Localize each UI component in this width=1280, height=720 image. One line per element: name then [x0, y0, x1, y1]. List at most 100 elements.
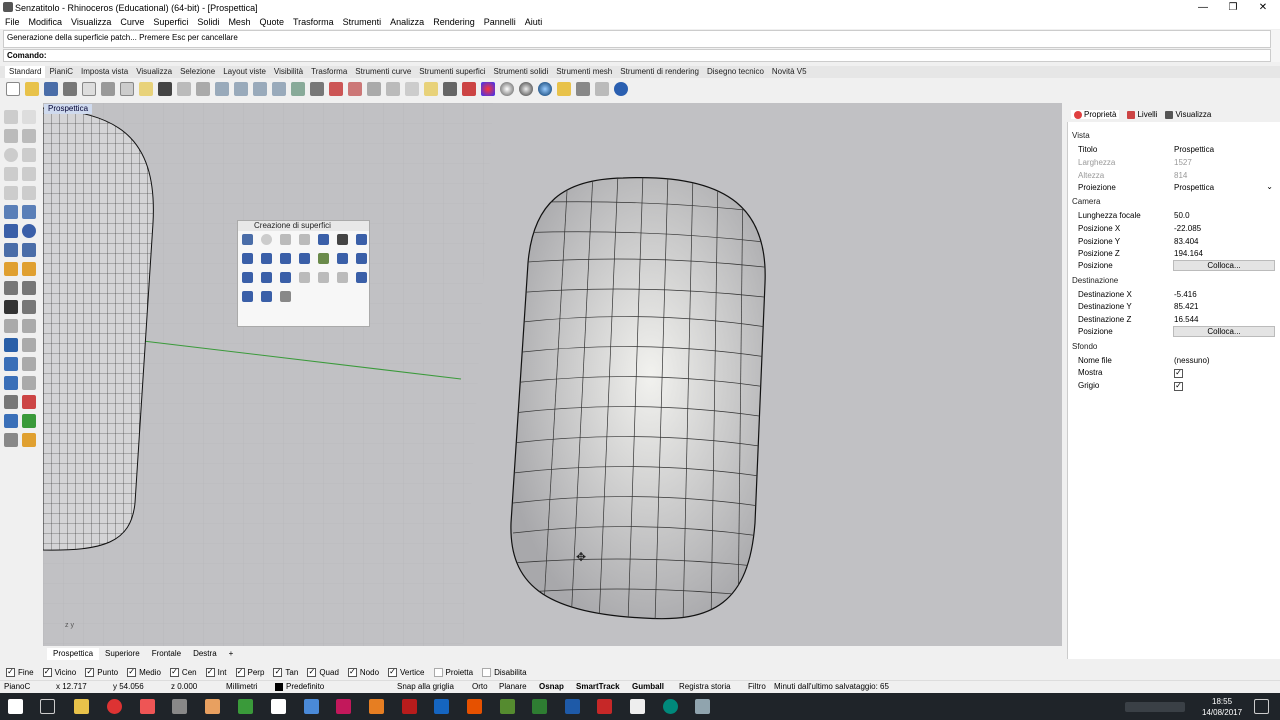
render-tool-icon[interactable] — [4, 433, 18, 447]
color-wheel-icon[interactable] — [481, 81, 495, 96]
osnap-medio[interactable]: ✓ Medio — [127, 667, 161, 677]
select-icon[interactable] — [367, 81, 381, 96]
command-input[interactable]: Comando: — [3, 49, 1271, 62]
curve-icon[interactable] — [22, 129, 36, 143]
target-place-button[interactable]: Colloca... — [1173, 326, 1275, 337]
app-icon[interactable] — [695, 699, 710, 714]
tab-livelli[interactable]: Livelli — [1127, 110, 1157, 119]
curve-12-icon[interactable] — [318, 272, 329, 283]
prop-row[interactable]: Destinazione X -5.416 — [1072, 289, 1275, 301]
grey-checkbox[interactable]: ✓ — [1174, 381, 1186, 391]
tab-pianic[interactable]: PianiC — [45, 66, 77, 78]
corner-points-icon[interactable] — [280, 234, 291, 245]
osnap-quad[interactable]: ✓ Quad — [307, 667, 339, 677]
tab-strumenti-curve[interactable]: Strumenti curve — [351, 66, 415, 78]
polygon-icon[interactable] — [4, 186, 18, 200]
mirror-icon[interactable] — [22, 395, 36, 409]
light-icon[interactable] — [557, 81, 571, 96]
patch-icon[interactable] — [242, 234, 253, 245]
sphere-surface-icon[interactable] — [261, 234, 272, 245]
cone-icon[interactable] — [242, 272, 253, 283]
rotate-view-icon[interactable] — [196, 81, 210, 96]
viewport-perspective[interactable]: ✥ z y — [43, 103, 1062, 646]
ruled-surface-icon[interactable] — [280, 272, 291, 283]
drape-icon[interactable] — [299, 272, 310, 283]
prop-row[interactable]: Lunghezza focale 50.0 — [1072, 210, 1275, 222]
grid-icon[interactable] — [310, 81, 324, 96]
osnap-vertice[interactable]: ✓ Vertice — [388, 667, 425, 677]
app-icon[interactable] — [140, 699, 155, 714]
point-grid-icon[interactable] — [280, 291, 291, 302]
tab-superiore[interactable]: Superiore — [99, 648, 146, 660]
copy-icon[interactable] — [120, 81, 134, 96]
prop-row[interactable]: Destinazione Y 85.421 — [1072, 301, 1275, 313]
command-scrollbar[interactable] — [1271, 30, 1280, 62]
explode-icon[interactable] — [22, 300, 36, 314]
status-layer[interactable]: Predefinito — [286, 682, 324, 691]
extrude-surface-icon[interactable] — [337, 234, 348, 245]
surface-icon[interactable] — [4, 205, 18, 219]
tab-prospettica[interactable]: Prospettica — [47, 648, 100, 660]
print-icon[interactable] — [63, 81, 77, 96]
zoom-selected-icon[interactable] — [272, 81, 286, 96]
pan-hand-icon[interactable] — [177, 81, 191, 96]
status-record-history[interactable]: Registra storia — [679, 682, 731, 691]
copy-tool-icon[interactable] — [4, 357, 18, 371]
point-icon[interactable] — [22, 110, 36, 124]
tab-layout-viste[interactable]: Layout viste — [219, 66, 270, 78]
viewport-title[interactable]: Prospettica — [44, 104, 93, 114]
arduino-icon[interactable] — [663, 699, 678, 714]
menu-quote[interactable]: Quote — [259, 17, 284, 27]
status-osnap[interactable]: Osnap — [539, 682, 564, 691]
join-icon[interactable] — [4, 300, 18, 314]
status-gumball[interactable]: Gumball — [632, 682, 664, 691]
network-surface-icon[interactable] — [356, 234, 367, 245]
status-cplane[interactable]: PianoC — [4, 682, 30, 691]
illustrator-icon[interactable] — [467, 699, 482, 714]
menu-solidi[interactable]: Solidi — [197, 17, 219, 27]
notifications-icon[interactable] — [1254, 699, 1269, 714]
app-icon[interactable] — [238, 699, 253, 714]
dimension-icon[interactable] — [22, 262, 36, 276]
menu-mesh[interactable]: Mesh — [228, 17, 250, 27]
app-icon[interactable] — [271, 699, 286, 714]
menu-strumenti[interactable]: Strumenti — [343, 17, 382, 27]
task-view-icon[interactable] — [40, 699, 55, 714]
menu-superfici[interactable]: Superfici — [153, 17, 188, 27]
osnap-tan[interactable]: ✓ Tan — [273, 667, 298, 677]
heightfield-icon[interactable] — [318, 253, 329, 264]
tween-icon[interactable] — [356, 272, 367, 283]
rhino-taskbar-icon[interactable] — [172, 699, 187, 714]
powerpoint-icon[interactable] — [597, 699, 612, 714]
help-icon[interactable] — [614, 81, 628, 96]
undo-icon[interactable] — [158, 81, 172, 96]
palette-title[interactable]: Creazione di superfici — [238, 221, 369, 231]
show-checkbox[interactable]: ✓ — [1174, 368, 1186, 378]
zoom-extents-icon[interactable] — [253, 81, 267, 96]
osnap-disabilita[interactable]: Disabilita — [482, 667, 527, 677]
planar-curves-icon[interactable] — [318, 234, 329, 245]
menu-file[interactable]: File — [5, 17, 20, 27]
osnap-proietta[interactable]: Proietta — [433, 667, 473, 677]
paint-icon[interactable] — [22, 433, 36, 447]
bridge-icon[interactable] — [369, 699, 384, 714]
rectangle-icon[interactable] — [22, 167, 36, 181]
menu-modifica[interactable]: Modifica — [29, 17, 63, 27]
select-arrow-icon[interactable] — [4, 110, 18, 124]
app-icon[interactable] — [304, 699, 319, 714]
array-grid-icon[interactable] — [4, 395, 18, 409]
add-viewport-tab[interactable]: + — [223, 648, 240, 660]
osnap-fine[interactable]: ✓ Fine — [6, 667, 34, 677]
properties-icon[interactable] — [462, 81, 476, 96]
zoom-window-icon[interactable] — [234, 81, 248, 96]
revolve-icon[interactable] — [299, 253, 310, 264]
chevron-down-icon[interactable]: ⌄ — [1266, 182, 1273, 191]
restore-button[interactable]: ❐ — [1218, 0, 1248, 15]
plane-icon[interactable] — [261, 291, 272, 302]
menu-analizza[interactable]: Analizza — [390, 17, 424, 27]
menu-pannelli[interactable]: Pannelli — [484, 17, 516, 27]
light-tool-icon[interactable] — [4, 262, 18, 276]
osnap-perp[interactable]: ✓ Perp — [235, 667, 264, 677]
status-smarttrack[interactable]: SmartTrack — [576, 682, 620, 691]
status-planar[interactable]: Planare — [499, 682, 527, 691]
